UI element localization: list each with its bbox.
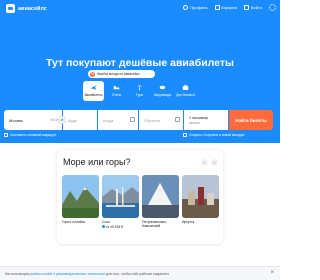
- destination-item[interactable]: Сочи от 45 634 ₽: [102, 175, 139, 229]
- compose-route-label: Составить сложный маршрут: [10, 133, 57, 137]
- promo-text: Кешбэк всегда на Авиасейлс: [97, 72, 140, 76]
- top-bar: авиасейлс Профиль Корзина Войти: [0, 0, 280, 18]
- logo[interactable]: авиасейлс: [6, 4, 47, 13]
- from-field[interactable]: Москва MOW ⇄: [4, 110, 66, 130]
- destination-image-mountains: [62, 175, 99, 218]
- return-date-field[interactable]: Обратно: [139, 110, 183, 130]
- plane-icon: [102, 225, 105, 228]
- find-tickets-button[interactable]: Найти билеты: [229, 110, 273, 130]
- cookie-text: Мы используем файлы cookie и рекомендате…: [5, 272, 170, 276]
- passengers-field[interactable]: 1 пассажир эконом: [184, 110, 228, 130]
- compose-route-link[interactable]: Составить сложный маршрут: [4, 133, 56, 137]
- destination-item[interactable]: Горно-Алтайск: [62, 175, 99, 229]
- login-label: Войти: [250, 5, 262, 10]
- booking-label: Открыть Островок в новой вкладке: [189, 133, 245, 137]
- search-options: Составить сложный маршрут Открыть Остров…: [4, 133, 276, 139]
- cookie-banner: Мы используем файлы cookie и рекомендате…: [0, 266, 280, 280]
- from-value: Москва: [9, 117, 23, 123]
- basket-label: Корзина: [221, 5, 237, 10]
- briefcase-icon: [182, 84, 189, 91]
- calendar-icon: [130, 117, 135, 122]
- user-icon: [183, 5, 189, 10]
- search-form: Москва MOW ⇄ Куда Когда Обратно 1 пассаж…: [4, 110, 274, 130]
- cashback-promo[interactable]: % Кешбэк всегда на Авиасейлс: [88, 70, 155, 78]
- gear-icon[interactable]: [269, 4, 276, 11]
- destinations-title: Море или горы?: [63, 157, 131, 167]
- route-icon: [4, 133, 8, 137]
- swap-icon[interactable]: ⇄: [58, 116, 66, 124]
- destination-list: Горно-Алтайск Сочи от 45 634 ₽ Петропавл…: [62, 175, 219, 229]
- chevron-right-icon[interactable]: ›: [211, 159, 218, 166]
- profile-link[interactable]: Профиль: [183, 5, 208, 10]
- destination-image-irkutsk: [182, 175, 219, 218]
- tab-hotels[interactable]: Отели: [106, 81, 127, 101]
- destinations-card: Море или горы? ‹ › Горно-Алтайск Сочи от…: [57, 150, 223, 244]
- tab-food-label: Шаурмизды: [153, 93, 172, 97]
- logo-text: авиасейлс: [18, 5, 47, 12]
- percent-icon: %: [90, 71, 95, 77]
- destination-name: Горно-Алтайск: [62, 219, 85, 224]
- page-title: Тут покупают дешёвые авиабилеты: [46, 57, 234, 69]
- top-links: Профиль Корзина Войти: [183, 4, 276, 11]
- tab-food[interactable]: Шаурмизды: [152, 81, 173, 101]
- to-placeholder: Куда: [68, 117, 77, 123]
- open-booking-option[interactable]: Открыть Островок в новой вкладке: [183, 133, 245, 137]
- logo-icon: [6, 4, 15, 13]
- basket-icon: [214, 5, 220, 10]
- destination-price-value: от 45 634 ₽: [106, 224, 124, 229]
- destination-image-sochi: [102, 175, 139, 218]
- passengers-count: 1 пассажир: [189, 115, 208, 120]
- depart-date-field[interactable]: Когда: [98, 110, 138, 130]
- calendar-icon: [175, 117, 180, 122]
- tab-tours[interactable]: Туры: [129, 81, 150, 101]
- cookie-text-after: для того, чтобы сайт работал корректно.: [104, 272, 171, 276]
- depart-placeholder: Когда: [103, 117, 114, 123]
- login-icon: [243, 5, 249, 10]
- cookie-link[interactable]: файлы cookie и рекомендательные технолог…: [31, 272, 105, 276]
- tab-flights-label: Авиабилеты: [84, 93, 103, 97]
- destination-item[interactable]: Иркутск: [182, 175, 219, 229]
- return-placeholder: Обратно: [144, 117, 161, 123]
- tab-tours-label: Туры: [135, 93, 144, 97]
- profile-label: Профиль: [190, 5, 208, 10]
- passengers-class: эконом: [189, 120, 200, 125]
- destination-image-kamchatka: [142, 175, 179, 218]
- basket-link[interactable]: Корзина: [214, 5, 237, 10]
- destination-price: от 45 634 ₽: [102, 225, 139, 229]
- service-tabs: Авиабилеты Отели Туры Шаурмизды Для бизн…: [83, 81, 196, 101]
- booking-checkbox[interactable]: [183, 133, 187, 137]
- tab-business-label: Для бизнеса: [176, 93, 195, 97]
- palm-icon: [136, 84, 143, 91]
- destination-name: Петропавловск-Камчатский: [142, 219, 167, 228]
- login-link[interactable]: Войти: [243, 5, 262, 10]
- tab-flights[interactable]: Авиабилеты: [83, 81, 104, 101]
- tab-business[interactable]: Для бизнеса: [175, 81, 196, 101]
- to-field[interactable]: Куда: [63, 110, 97, 130]
- destination-item[interactable]: Петропавловск-Камчатский: [142, 175, 179, 229]
- destination-name: Сочи: [102, 219, 110, 224]
- close-icon[interactable]: ×: [270, 270, 274, 276]
- carousel-nav: ‹ ›: [201, 159, 218, 166]
- destination-name: Иркутск: [182, 219, 195, 224]
- tab-hotels-label: Отели: [111, 93, 122, 97]
- chevron-left-icon[interactable]: ‹: [201, 159, 208, 166]
- plane-icon: [90, 84, 97, 91]
- food-icon: [159, 84, 166, 91]
- bed-icon: [113, 84, 120, 91]
- cookie-text-before: Мы используем: [5, 272, 31, 276]
